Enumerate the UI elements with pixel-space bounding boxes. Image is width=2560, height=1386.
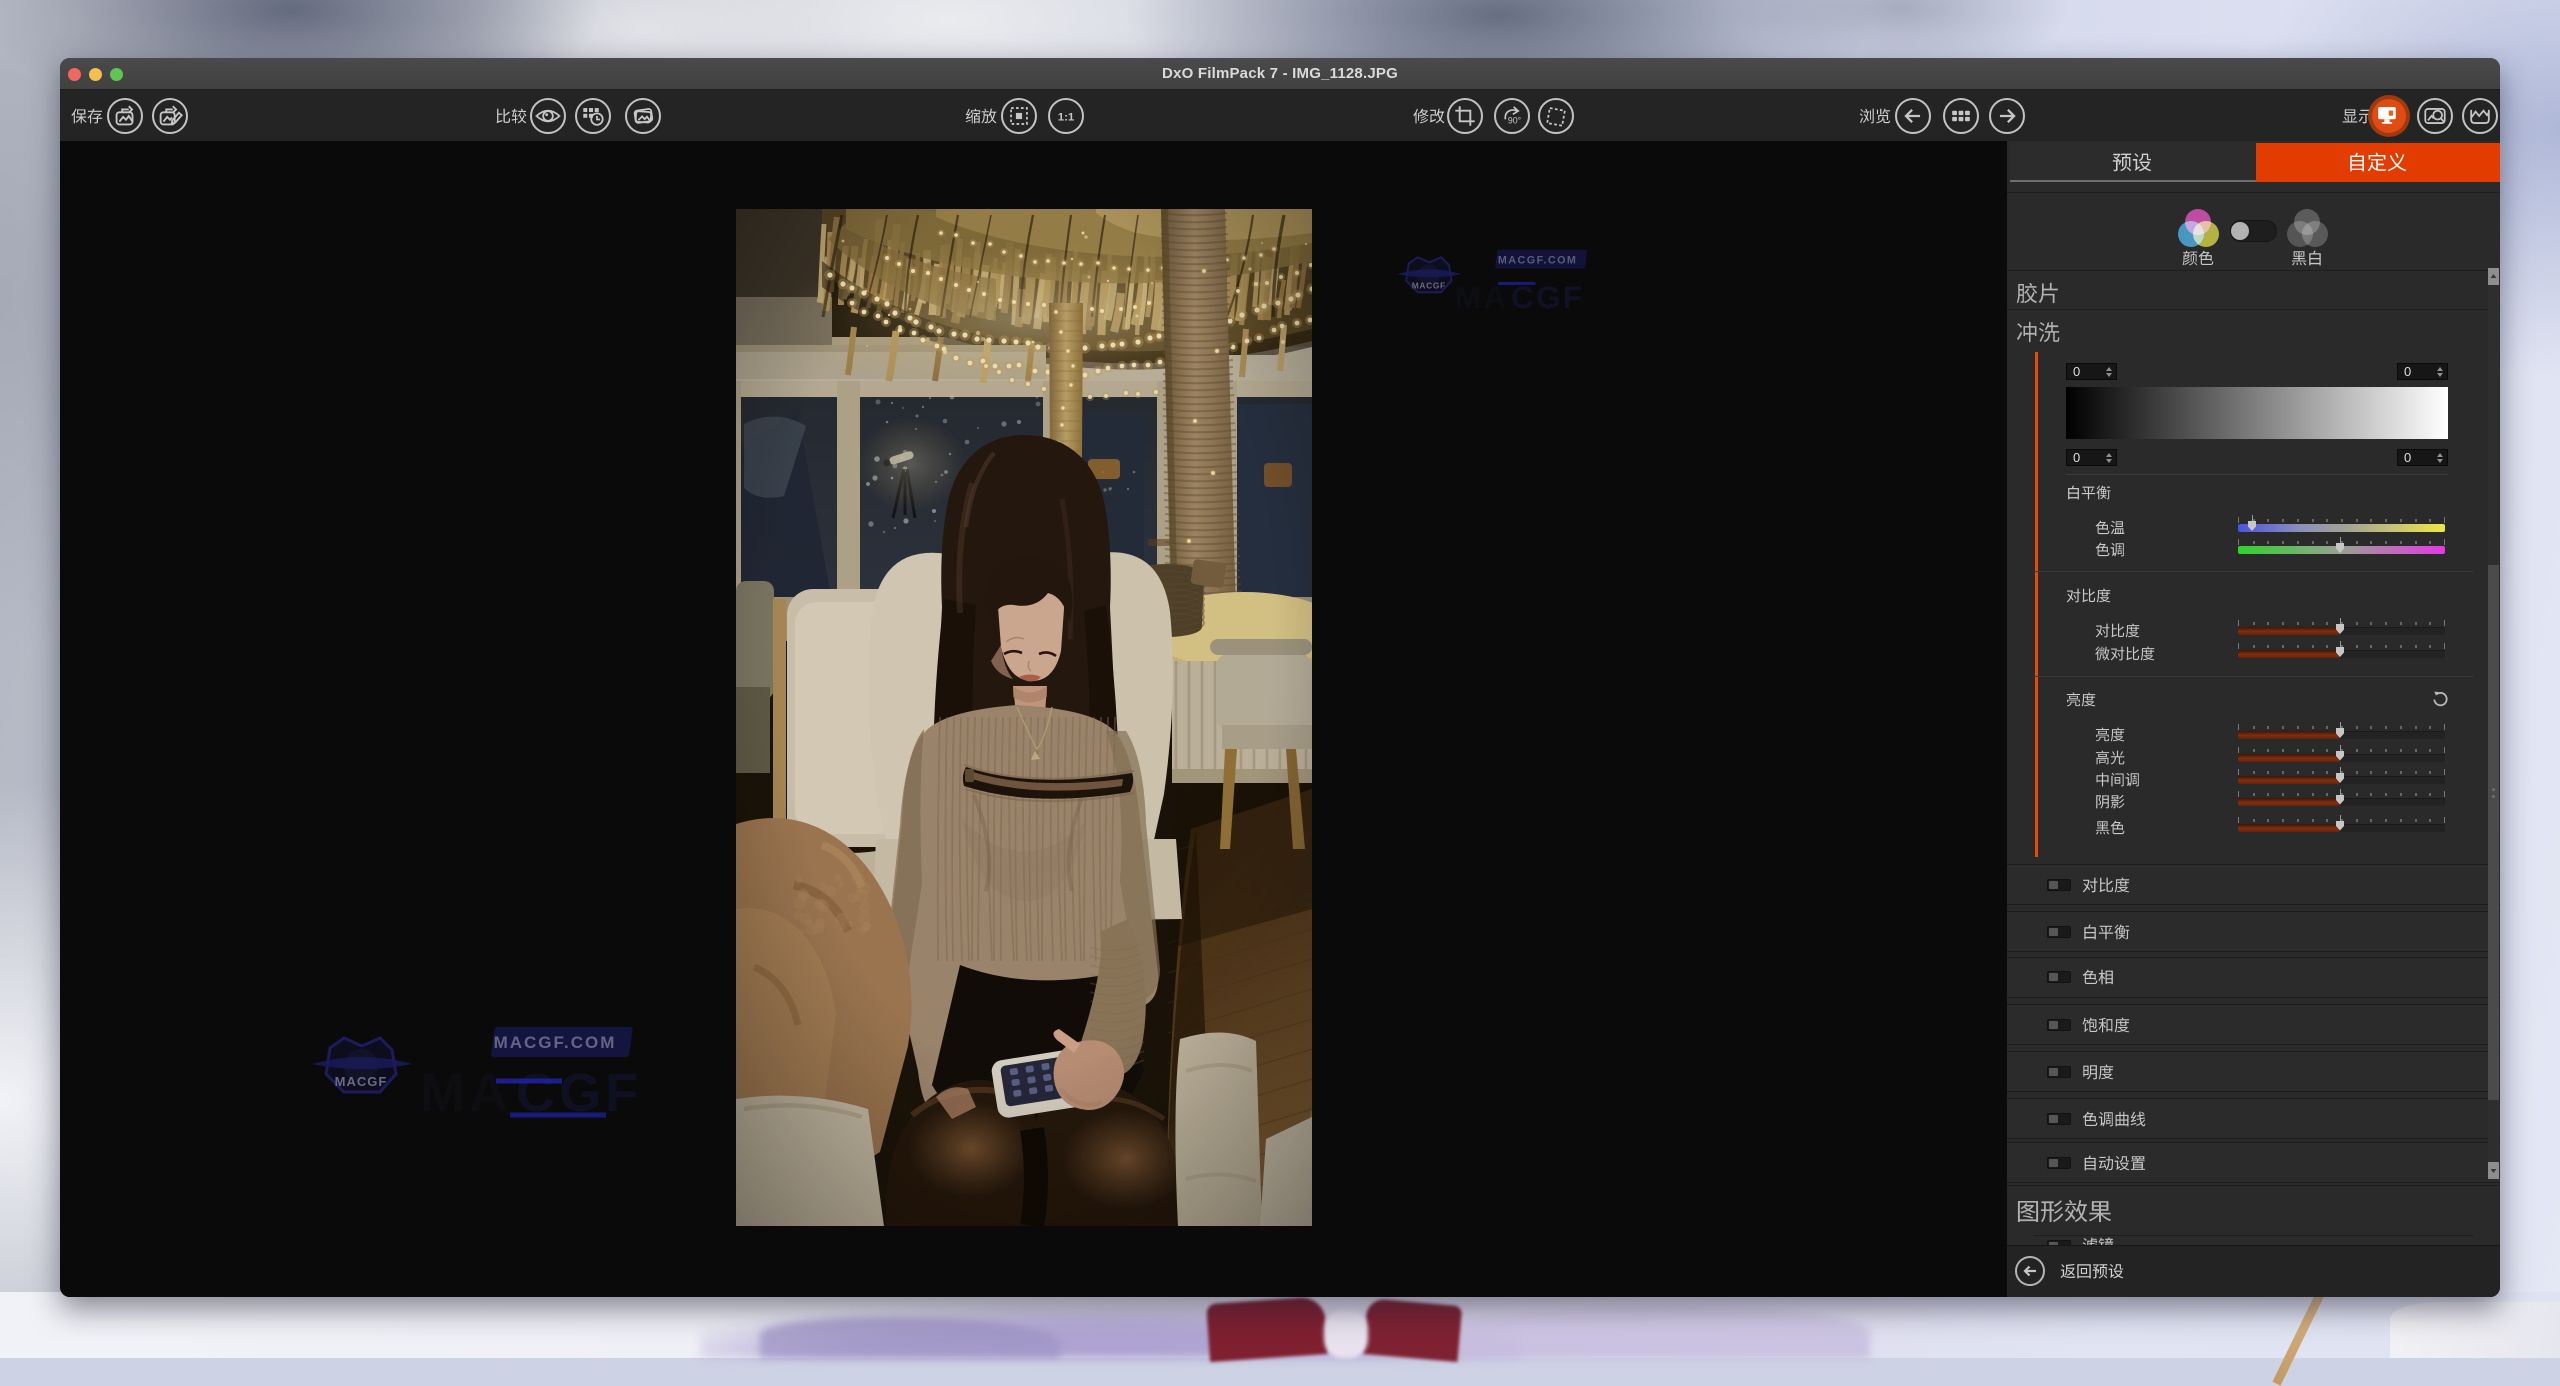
svg-text:90°: 90° xyxy=(1508,116,1521,126)
svg-text:MACGF: MACGF xyxy=(1412,280,1446,290)
svg-text:1:1: 1:1 xyxy=(1058,111,1075,123)
svg-text:MA: MA xyxy=(420,1063,512,1123)
svg-text:MACGF.COM: MACGF.COM xyxy=(494,1033,617,1052)
svg-text:MACGF: MACGF xyxy=(335,1074,388,1089)
svg-text:MACGF.COM: MACGF.COM xyxy=(1498,254,1577,266)
